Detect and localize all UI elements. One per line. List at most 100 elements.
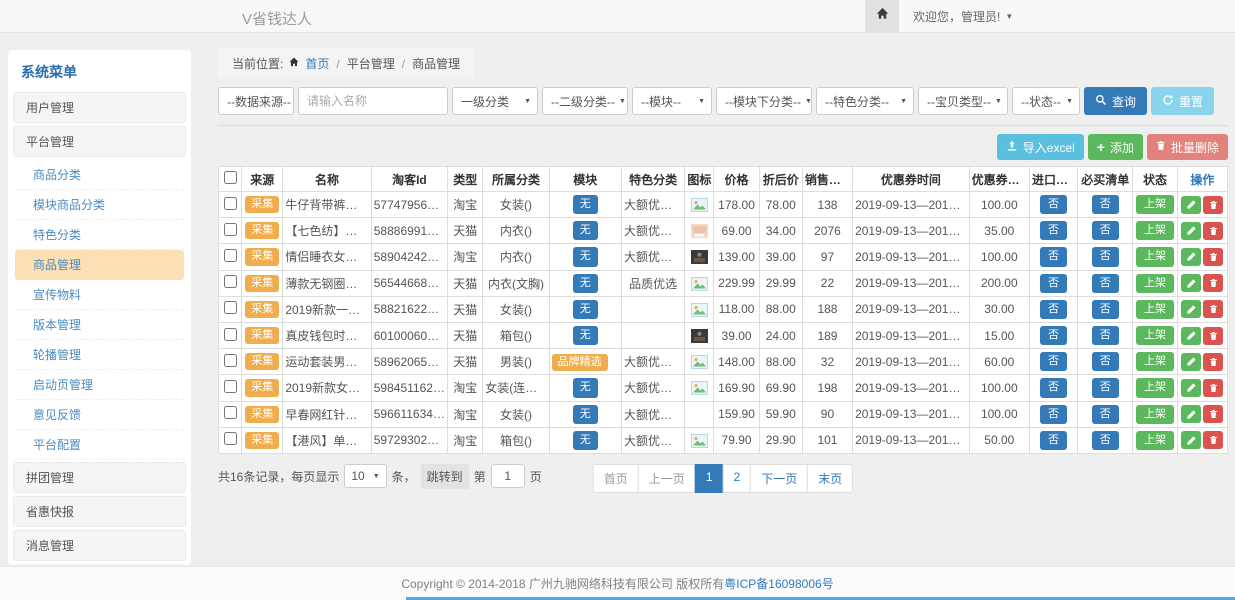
- edit-button[interactable]: [1181, 300, 1201, 318]
- must-buy-toggle[interactable]: 否: [1092, 405, 1119, 424]
- page-button-1[interactable]: 上一页: [638, 464, 696, 493]
- page-button-2[interactable]: 1: [695, 464, 724, 493]
- delete-button[interactable]: [1203, 353, 1223, 371]
- row-checkbox[interactable]: [224, 223, 237, 236]
- sidebar-item-0[interactable]: 商品分类: [15, 160, 184, 190]
- page-button-3[interactable]: 2: [723, 464, 752, 493]
- home-button[interactable]: [865, 0, 899, 32]
- sidebar-group-4[interactable]: 消息管理: [13, 530, 186, 561]
- row-checkbox[interactable]: [224, 432, 237, 445]
- row-checkbox[interactable]: [224, 197, 237, 210]
- import-select-toggle[interactable]: 否: [1040, 195, 1067, 214]
- filter-select-0[interactable]: 一级分类▼: [452, 87, 538, 115]
- sidebar-item-6[interactable]: 轮播管理: [15, 340, 184, 370]
- sidebar-item-5[interactable]: 版本管理: [15, 310, 184, 340]
- row-checkbox[interactable]: [224, 406, 237, 419]
- status-toggle[interactable]: 上架: [1136, 274, 1174, 293]
- delete-button[interactable]: [1203, 300, 1223, 318]
- row-checkbox[interactable]: [224, 328, 237, 341]
- must-buy-toggle[interactable]: 否: [1092, 378, 1119, 397]
- sidebar-group-2[interactable]: 拼团管理: [13, 462, 186, 493]
- sidebar-group-1[interactable]: 平台管理: [13, 126, 186, 157]
- row-checkbox[interactable]: [224, 249, 237, 262]
- must-buy-toggle[interactable]: 否: [1092, 300, 1119, 319]
- sidebar-item-4[interactable]: 宣传物料: [15, 280, 184, 310]
- status-toggle[interactable]: 上架: [1136, 247, 1174, 266]
- row-checkbox[interactable]: [224, 301, 237, 314]
- edit-button[interactable]: [1181, 353, 1201, 371]
- import-select-toggle[interactable]: 否: [1040, 405, 1067, 424]
- delete-button[interactable]: [1203, 274, 1223, 292]
- add-button[interactable]: + 添加: [1088, 134, 1143, 160]
- sidebar-item-7[interactable]: 启动页管理: [15, 370, 184, 400]
- edit-button[interactable]: [1181, 248, 1201, 266]
- must-buy-toggle[interactable]: 否: [1092, 352, 1119, 371]
- select-all-checkbox[interactable]: [224, 171, 237, 184]
- filter-select-5[interactable]: --宝贝类型--▼: [918, 87, 1008, 115]
- import-excel-button[interactable]: 导入excel: [997, 134, 1084, 160]
- filter-select-1[interactable]: --二级分类--▼: [542, 87, 628, 115]
- must-buy-toggle[interactable]: 否: [1092, 431, 1119, 450]
- import-select-toggle[interactable]: 否: [1040, 378, 1067, 397]
- delete-button[interactable]: [1203, 327, 1223, 345]
- sidebar-item-3[interactable]: 商品管理: [15, 250, 184, 280]
- name-search-input[interactable]: [298, 87, 448, 115]
- import-select-toggle[interactable]: 否: [1040, 300, 1067, 319]
- jump-button[interactable]: 跳转到: [421, 464, 469, 489]
- import-select-toggle[interactable]: 否: [1040, 326, 1067, 345]
- status-toggle[interactable]: 上架: [1136, 431, 1174, 450]
- import-select-toggle[interactable]: 否: [1040, 352, 1067, 371]
- must-buy-toggle[interactable]: 否: [1092, 221, 1119, 240]
- edit-button[interactable]: [1181, 405, 1201, 423]
- status-toggle[interactable]: 上架: [1136, 326, 1174, 345]
- status-toggle[interactable]: 上架: [1136, 405, 1174, 424]
- import-select-toggle[interactable]: 否: [1040, 274, 1067, 293]
- page-button-0[interactable]: 首页: [593, 464, 639, 493]
- row-checkbox[interactable]: [224, 380, 237, 393]
- status-toggle[interactable]: 上架: [1136, 300, 1174, 319]
- delete-button[interactable]: [1203, 196, 1223, 214]
- sidebar-item-9[interactable]: 平台配置: [15, 430, 184, 460]
- user-menu[interactable]: 欢迎您，管理员! ▼: [913, 8, 1013, 25]
- page-button-4[interactable]: 下一页: [750, 464, 808, 493]
- filter-select-3[interactable]: --模块下分类--▼: [716, 87, 812, 115]
- sidebar-item-2[interactable]: 特色分类: [15, 220, 184, 250]
- edit-button[interactable]: [1181, 222, 1201, 240]
- reset-button[interactable]: 重置: [1151, 87, 1214, 115]
- filter-select-4[interactable]: --特色分类--▼: [816, 87, 914, 115]
- search-button[interactable]: 查询: [1084, 87, 1147, 115]
- delete-button[interactable]: [1203, 405, 1223, 423]
- sidebar-group-3[interactable]: 省惠快报: [13, 496, 186, 527]
- page-button-5[interactable]: 末页: [807, 464, 853, 493]
- icp-link[interactable]: 粤ICP备16098006号: [724, 575, 833, 592]
- edit-button[interactable]: [1181, 196, 1201, 214]
- filter-select-2[interactable]: --模块--▼: [632, 87, 712, 115]
- must-buy-toggle[interactable]: 否: [1092, 195, 1119, 214]
- delete-button[interactable]: [1203, 248, 1223, 266]
- delete-button[interactable]: [1203, 431, 1223, 449]
- edit-button[interactable]: [1181, 327, 1201, 345]
- must-buy-toggle[interactable]: 否: [1092, 274, 1119, 293]
- delete-button[interactable]: [1203, 222, 1223, 240]
- import-select-toggle[interactable]: 否: [1040, 221, 1067, 240]
- filter-select-6[interactable]: --状态--▼: [1012, 87, 1080, 115]
- filter-select-source[interactable]: --数据来源--▼: [218, 87, 294, 115]
- batch-delete-button[interactable]: 批量删除: [1147, 134, 1228, 160]
- sidebar-group-5[interactable]: 订单管理: [13, 564, 186, 565]
- edit-button[interactable]: [1181, 379, 1201, 397]
- status-toggle[interactable]: 上架: [1136, 352, 1174, 371]
- import-select-toggle[interactable]: 否: [1040, 431, 1067, 450]
- status-toggle[interactable]: 上架: [1136, 195, 1174, 214]
- row-checkbox[interactable]: [224, 275, 237, 288]
- status-toggle[interactable]: 上架: [1136, 378, 1174, 397]
- page-size-select[interactable]: 10 ▼: [344, 464, 386, 488]
- breadcrumb-home-link[interactable]: 首页: [305, 55, 329, 72]
- edit-button[interactable]: [1181, 431, 1201, 449]
- edit-button[interactable]: [1181, 274, 1201, 292]
- sidebar-group-0[interactable]: 用户管理: [13, 92, 186, 123]
- must-buy-toggle[interactable]: 否: [1092, 326, 1119, 345]
- row-checkbox[interactable]: [224, 354, 237, 367]
- sidebar-item-1[interactable]: 模块商品分类: [15, 190, 184, 220]
- status-toggle[interactable]: 上架: [1136, 221, 1174, 240]
- import-select-toggle[interactable]: 否: [1040, 247, 1067, 266]
